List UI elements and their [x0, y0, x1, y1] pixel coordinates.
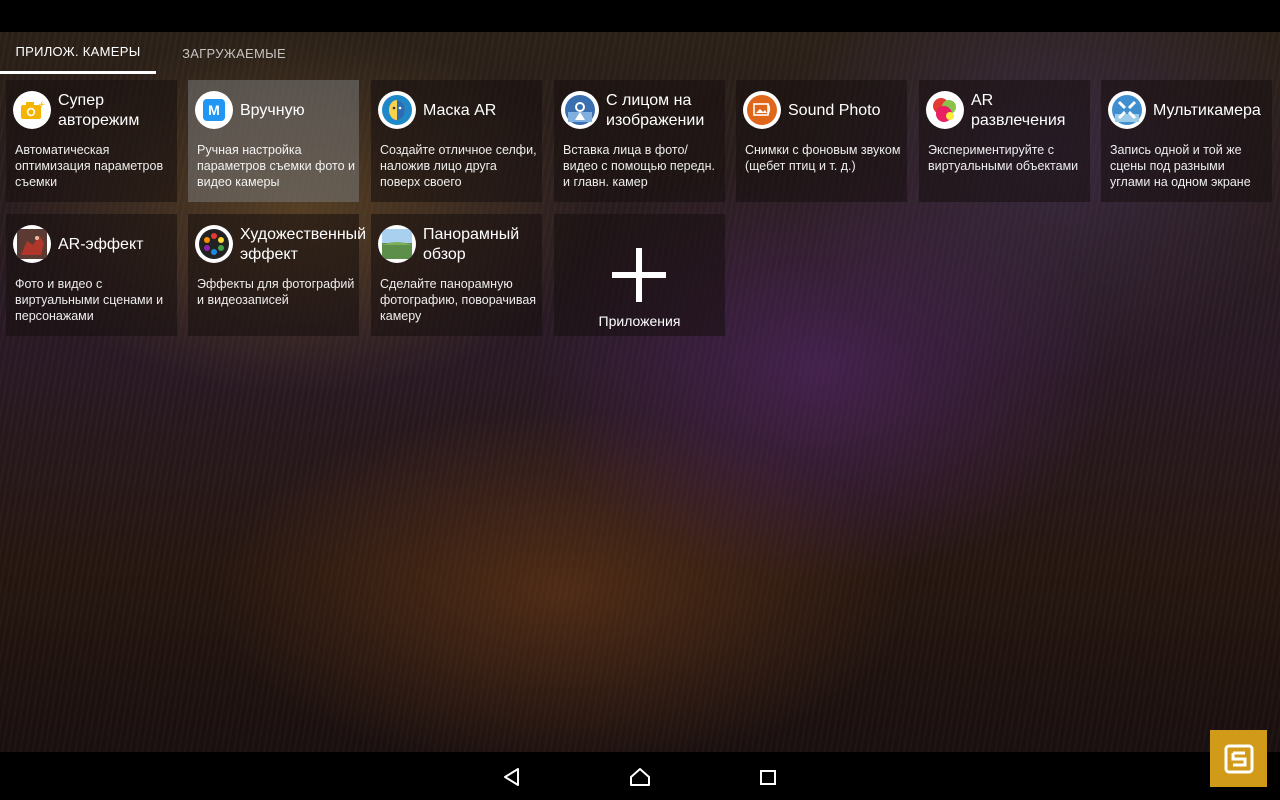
- tile-title: Супер авторежим: [58, 92, 140, 129]
- tile-description: Фото и видео с виртуальными сценами и пе…: [15, 277, 164, 323]
- tile-title: Вручную: [240, 102, 305, 119]
- tile-description: Эффекты для фотографий и видеозаписей: [197, 277, 355, 307]
- tile-description: Экспериментируйте с виртуальными объекта…: [928, 143, 1079, 173]
- tile-title: Sound Photo: [788, 102, 881, 119]
- sound-photo-icon: [743, 91, 781, 129]
- tile-manual[interactable]: M Вручную Ручная настройка параметров съ…: [188, 80, 359, 202]
- tile-title: Художественный эффект: [240, 226, 367, 263]
- tile-panorama[interactable]: Панорамный обзор Сделайте панорамную фот…: [371, 214, 542, 336]
- tile-title: Панорамный обзор: [423, 226, 520, 263]
- tile-multi-camera[interactable]: Мультикамера Запись одной и той же сцены…: [1101, 80, 1272, 202]
- super-auto-camera-icon: +: [13, 91, 51, 129]
- navigation-bar: [0, 752, 1280, 800]
- tile-title: AR развлечения: [971, 92, 1066, 129]
- svg-text:+: +: [38, 100, 45, 110]
- tile-ar-effect[interactable]: AR-эффект Фото и видео с виртуальными сц…: [6, 214, 177, 336]
- tab-bar: ПРИЛОЖ. КАМЕРЫ ЗАГРУЖАЕМЫЕ: [0, 32, 1280, 74]
- tile-title: Мультикамера: [1153, 102, 1261, 119]
- tile-description: Сделайте панорамную фотографию, поворачи…: [380, 277, 537, 323]
- tile-ar-mask[interactable]: Маска AR Создайте отличное селфи, наложи…: [371, 80, 542, 202]
- creative-effect-icon: [195, 225, 233, 263]
- tile-description: Снимки с фоновым звуком (щебет птиц и т.…: [745, 143, 901, 173]
- tab-downloadable[interactable]: ЗАГРУЖАЕМЫЕ: [156, 32, 312, 74]
- back-triangle-icon[interactable]: [499, 764, 525, 790]
- tile-description: Автоматическая оптимизация параметров съ…: [15, 143, 164, 189]
- ar-fun-icon: [926, 91, 964, 129]
- tile-description: Создайте отличное селфи, наложив лицо др…: [380, 143, 537, 189]
- face-in-picture-icon: [561, 91, 599, 129]
- tab-camera-apps[interactable]: ПРИЛОЖ. КАМЕРЫ: [0, 32, 156, 74]
- tile-creative-effect[interactable]: Художественный эффект Эффекты для фотогр…: [188, 214, 367, 336]
- ar-mask-icon: [378, 91, 416, 129]
- tile-title: Маска AR: [423, 102, 497, 119]
- plus-icon: [612, 248, 666, 302]
- home-icon[interactable]: [627, 764, 653, 790]
- recents-square-icon[interactable]: [755, 764, 781, 790]
- tile-title: AR-эффект: [58, 236, 144, 253]
- tile-face-in-picture[interactable]: С лицом на изображении Вставка лица в фо…: [554, 80, 725, 202]
- tile-description: Запись одной и той же сцены под разными …: [1110, 143, 1251, 189]
- ar-effect-icon: [13, 225, 51, 263]
- status-bar: [0, 0, 1280, 32]
- apps-label: Приложения: [598, 313, 681, 329]
- tile-super-auto[interactable]: + Супер авторежим Автоматическая оптимиз…: [6, 80, 177, 202]
- tile-description: Вставка лица в фото/видео с помощью пере…: [563, 143, 715, 189]
- manual-m-icon: M: [195, 91, 233, 129]
- tile-sound-photo[interactable]: Sound Photo Снимки с фоновым звуком (щеб…: [736, 80, 907, 202]
- app-badge-icon[interactable]: [1210, 730, 1267, 787]
- tile-apps[interactable]: Приложения: [554, 214, 725, 336]
- tile-title: С лицом на изображении: [606, 92, 705, 129]
- tile-description: Ручная настройка параметров съемки фото …: [197, 143, 355, 189]
- tile-ar-fun[interactable]: AR развлечения Экспериментируйте с вирту…: [919, 80, 1090, 202]
- panorama-icon: [378, 225, 416, 263]
- multi-camera-icon: [1108, 91, 1146, 129]
